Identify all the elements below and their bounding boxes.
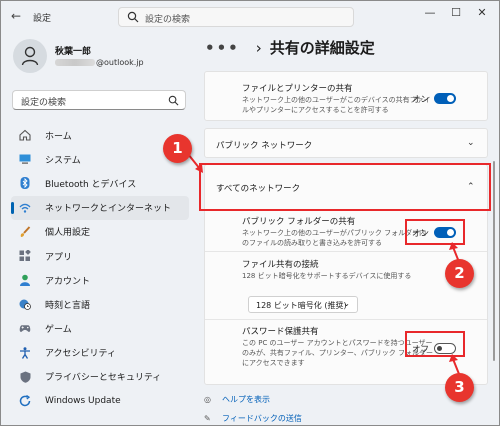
step-badge-1: 1 xyxy=(163,134,192,163)
step-badge-3: 3 xyxy=(445,373,474,402)
sidebar-item-windows-update[interactable]: Windows Update xyxy=(11,389,189,413)
app-title: 設定 xyxy=(33,14,52,24)
gamepad-icon xyxy=(19,323,31,335)
maximize-icon[interactable]: ☐ xyxy=(447,4,465,22)
public-folder-desc-2: のファイルの読み取りと書き込みを許可する xyxy=(242,239,382,247)
update-icon xyxy=(19,395,31,407)
user-name: 秋葉一郎 xyxy=(55,47,92,57)
highlight-all-networks xyxy=(199,163,491,211)
home-icon xyxy=(19,129,31,141)
sidebar-item-privacy[interactable]: プライバシーとセキュリティ xyxy=(11,365,189,389)
sidebar-search-input[interactable]: 設定の検索 xyxy=(12,90,186,110)
sidebar-item-label: ゲーム xyxy=(45,325,72,336)
sidebar-item-home[interactable]: ホーム xyxy=(11,123,189,147)
public-folder-desc-1: ネットワーク上の他のユーザーがパブリック フォルダー内 xyxy=(242,229,427,237)
accessibility-icon xyxy=(19,347,31,359)
network-icon xyxy=(19,202,31,214)
divider xyxy=(205,251,487,252)
sidebar-item-bluetooth[interactable]: Bluetooth とデバイス xyxy=(11,171,189,195)
user-email: @outlook.jp xyxy=(55,58,144,67)
globe-clock-icon xyxy=(19,298,31,311)
file-sharing-desc: 128 ビット暗号化をサポートするデバイスに使用する xyxy=(242,272,412,280)
search-icon xyxy=(168,95,179,106)
scrollbar[interactable] xyxy=(493,161,495,361)
breadcrumb-more-button[interactable]: ••• xyxy=(205,39,240,57)
email-redaction xyxy=(55,59,95,66)
account-icon xyxy=(19,274,31,287)
public-network-title: パブリック ネットワーク xyxy=(216,141,313,151)
file-printer-toggle[interactable] xyxy=(434,93,456,104)
sidebar-item-label: ホーム xyxy=(45,131,72,142)
help-icon: ◎ xyxy=(204,395,211,404)
sidebar-item-label: アプリ xyxy=(45,252,73,263)
apps-icon xyxy=(19,250,31,262)
file-sharing-title: ファイル共有の接続 xyxy=(242,260,319,270)
brush-icon xyxy=(19,226,31,238)
close-icon[interactable]: ✕ xyxy=(473,4,491,22)
sidebar-item-apps[interactable]: アプリ xyxy=(11,244,189,268)
breadcrumb-chevron-icon: › xyxy=(255,39,262,57)
title-bar: ← 設定 設定の検索 — ☐ ✕ xyxy=(1,1,499,31)
sidebar-item-accessibility[interactable]: アクセシビリティ xyxy=(11,341,189,365)
sidebar-item-label: Windows Update xyxy=(45,396,121,407)
sidebar-item-network[interactable]: ネットワークとインターネット xyxy=(11,195,189,220)
password-sharing-desc-3: にアクセスできます xyxy=(242,359,305,367)
sidebar-item-label: プライバシーとセキュリティ xyxy=(45,373,162,384)
public-folder-title: パブリック フォルダーの共有 xyxy=(242,217,356,227)
sidebar-item-label: ネットワークとインターネット xyxy=(45,204,172,215)
sidebar-item-label: アカウント xyxy=(45,276,91,287)
help-link[interactable]: ◎ ヘルプを表示 xyxy=(204,394,270,405)
encryption-select-value: 128 ビット暗号化 (推奨) xyxy=(256,301,347,310)
sidebar-item-label: 個人用設定 xyxy=(45,228,91,239)
password-sharing-title: パスワード保護共有 xyxy=(242,327,319,337)
settings-window: ← 設定 設定の検索 — ☐ ✕ 秋葉一郎 @outlook.jp 設定の検索 … xyxy=(0,0,500,426)
bluetooth-icon xyxy=(19,177,31,190)
system-icon xyxy=(19,153,31,165)
feedback-icon: ✎ xyxy=(204,414,211,423)
sidebar-item-label: 時刻と言語 xyxy=(45,300,91,311)
sidebar-item-label: システム xyxy=(45,155,81,166)
breadcrumb: ••• › 共有の詳細設定 xyxy=(205,37,375,58)
file-printer-toggle-label: オン xyxy=(412,95,430,105)
page-title: 共有の詳細設定 xyxy=(269,39,375,57)
avatar[interactable] xyxy=(13,39,47,73)
password-sharing-desc-1: この PC のユーザー アカウントとパスワードを持つユーザー xyxy=(242,339,433,347)
encryption-select[interactable]: 128 ビット暗号化 (推奨) ⌄ xyxy=(248,296,358,313)
file-printer-desc-1: ネットワーク上の他のユーザーがこのデバイスの共有ファイ xyxy=(242,96,431,104)
public-network-card[interactable]: パブリック ネットワーク ⌄ xyxy=(204,128,488,158)
back-arrow-icon[interactable]: ← xyxy=(11,9,25,23)
chevron-down-icon: ⌄ xyxy=(343,299,350,308)
sidebar-item-personalization[interactable]: 個人用設定 xyxy=(11,220,189,244)
search-placeholder: 設定の検索 xyxy=(145,15,191,25)
search-icon xyxy=(127,11,139,23)
arrow-1-icon xyxy=(187,153,203,173)
step-badge-2: 2 xyxy=(445,259,474,288)
chevron-down-icon: ⌄ xyxy=(467,138,475,148)
arrow-3-icon xyxy=(449,354,460,375)
sidebar-item-label: Bluetooth とデバイス xyxy=(45,179,137,190)
feedback-link[interactable]: ✎ フィードバックの送信 xyxy=(204,413,302,424)
top-search-input[interactable]: 設定の検索 xyxy=(118,7,354,27)
sidebar-nav: ホーム システム Bluetooth とデバイス ネットワークとインターネット … xyxy=(11,123,189,413)
file-printer-title: ファイルとプリンターの共有 xyxy=(242,84,353,94)
sidebar-search-placeholder: 設定の検索 xyxy=(21,98,67,108)
minimize-icon[interactable]: — xyxy=(421,4,439,22)
sidebar-item-accounts[interactable]: アカウント xyxy=(11,268,189,292)
file-printer-desc-2: ルやプリンターにアクセスすることを許可する xyxy=(242,106,389,114)
shield-icon xyxy=(19,371,31,383)
sidebar-item-time-language[interactable]: 時刻と言語 xyxy=(11,292,189,316)
sidebar-item-label: アクセシビリティ xyxy=(45,349,117,360)
file-printer-sharing-card: ファイルとプリンターの共有 ネットワーク上の他のユーザーがこのデバイスの共有ファ… xyxy=(204,71,488,121)
divider xyxy=(205,319,487,320)
person-icon xyxy=(21,46,39,66)
sidebar-item-gaming[interactable]: ゲーム xyxy=(11,317,189,341)
